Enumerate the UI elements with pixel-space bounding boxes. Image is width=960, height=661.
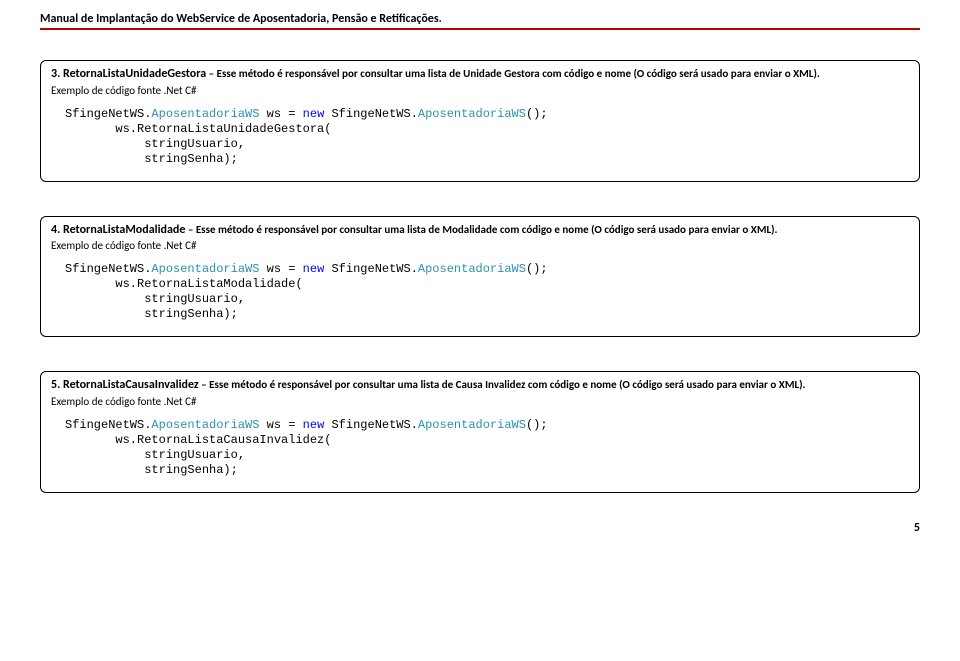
section-number: 4. — [51, 223, 60, 237]
code-keyword: new — [303, 418, 325, 432]
code-text: SfingeNetWS. — [65, 107, 151, 121]
method-description: Esse método é responsável por consultar … — [209, 378, 805, 391]
code-line: stringSenha); — [65, 463, 238, 477]
code-text: (); — [526, 418, 548, 432]
method-name: RetornaListaModalidade — [63, 223, 185, 237]
section-5-heading: 5. RetornaListaCausaInvalidez – Esse mét… — [51, 378, 909, 394]
section-number: 5. — [51, 378, 60, 392]
method-sep: – — [199, 378, 209, 391]
method-name: RetornaListaUnidadeGestora — [63, 67, 206, 81]
method-name: RetornaListaCausaInvalidez — [63, 378, 199, 392]
code-line: ws.RetornaListaModalidade( — [65, 277, 303, 291]
page-number: 5 — [914, 521, 920, 535]
method-section-3: 3. RetornaListaUnidadeGestora – Esse mét… — [40, 60, 920, 182]
code-text: ws = — [259, 107, 302, 121]
method-description: Esse método é responsável por consultar … — [196, 223, 778, 236]
code-class: AposentadoriaWS — [418, 418, 526, 432]
code-class: AposentadoriaWS — [151, 262, 259, 276]
header-red-rule — [40, 28, 920, 30]
method-description: Esse método é responsável por consultar … — [217, 67, 820, 80]
code-class: AposentadoriaWS — [151, 418, 259, 432]
method-sep: – — [206, 67, 216, 80]
document-header-title: Manual de Implantação do WebService de A… — [40, 12, 920, 26]
method-sep: – — [185, 223, 195, 236]
code-class: AposentadoriaWS — [151, 107, 259, 121]
code-text: SfingeNetWS. — [324, 418, 418, 432]
code-line: ws.RetornaListaCausaInvalidez( — [65, 433, 331, 447]
code-line: stringUsuario, — [65, 292, 245, 306]
code-caption: Exemplo de código fonte .Net C# — [51, 84, 909, 97]
code-text: ws = — [259, 418, 302, 432]
section-4-heading: 4. RetornaListaModalidade – Esse método … — [51, 223, 909, 239]
section-number: 3. — [51, 67, 60, 81]
code-text: (); — [526, 262, 548, 276]
code-keyword: new — [303, 262, 325, 276]
code-text: SfingeNetWS. — [324, 262, 418, 276]
code-block-4: SfingeNetWS.AposentadoriaWS ws = new Sfi… — [51, 262, 909, 322]
code-class: AposentadoriaWS — [418, 107, 526, 121]
code-line: stringSenha); — [65, 152, 238, 166]
code-text: SfingeNetWS. — [65, 262, 151, 276]
code-caption: Exemplo de código fonte .Net C# — [51, 239, 909, 252]
code-class: AposentadoriaWS — [418, 262, 526, 276]
code-line: stringUsuario, — [65, 137, 245, 151]
code-block-5: SfingeNetWS.AposentadoriaWS ws = new Sfi… — [51, 418, 909, 478]
code-caption: Exemplo de código fonte .Net C# — [51, 395, 909, 408]
code-line: stringSenha); — [65, 307, 238, 321]
code-text: (); — [526, 107, 548, 121]
code-line: ws.RetornaListaUnidadeGestora( — [65, 122, 331, 136]
code-block-3: SfingeNetWS.AposentadoriaWS ws = new Sfi… — [51, 107, 909, 167]
code-text: SfingeNetWS. — [65, 418, 151, 432]
code-keyword: new — [303, 107, 325, 121]
code-text: ws = — [259, 262, 302, 276]
code-line: stringUsuario, — [65, 448, 245, 462]
code-text: SfingeNetWS. — [324, 107, 418, 121]
method-section-5: 5. RetornaListaCausaInvalidez – Esse mét… — [40, 371, 920, 493]
section-3-heading: 3. RetornaListaUnidadeGestora – Esse mét… — [51, 67, 909, 83]
method-section-4: 4. RetornaListaModalidade – Esse método … — [40, 216, 920, 338]
